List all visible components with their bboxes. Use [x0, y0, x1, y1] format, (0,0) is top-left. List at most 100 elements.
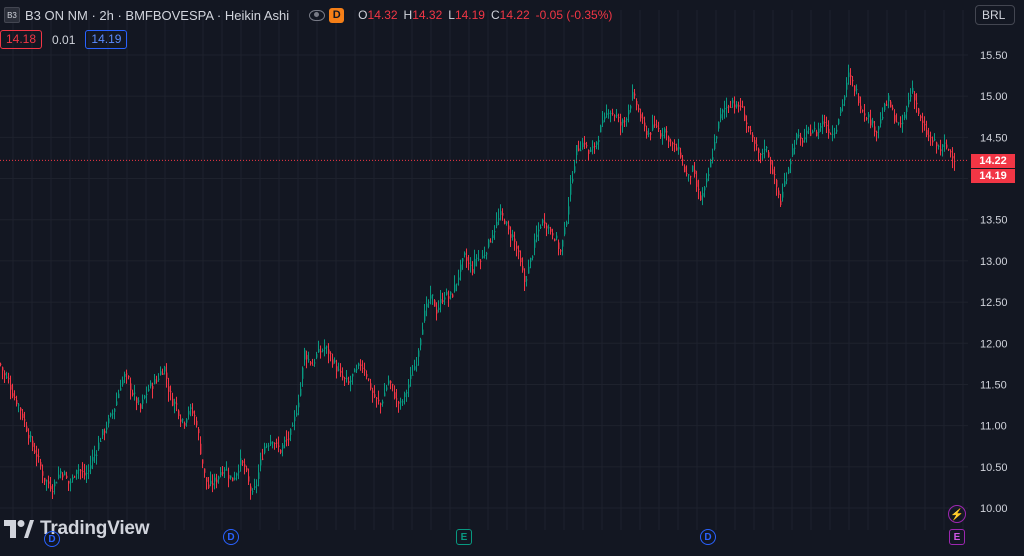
- chart-area[interactable]: 10.00 10.50 11.00 11.50 12.00 12.50 13.00 13.50…: [0, 0, 1024, 551]
- candle-body: [570, 184, 572, 195]
- candle-body: [102, 429, 104, 436]
- lightning-icon[interactable]: ⚡: [948, 505, 966, 523]
- candle-body: [588, 150, 590, 154]
- symbol-title[interactable]: B3 ON NM · 2h · BMFBOVESPA · Heikin Ashi: [25, 8, 289, 23]
- buy-price-button[interactable]: 14.19: [85, 30, 128, 49]
- candle-body: [760, 153, 762, 155]
- candle-body: [128, 376, 130, 378]
- candle-body: [80, 470, 82, 472]
- candle-body: [418, 350, 420, 357]
- tradingview-logo[interactable]: TradingView: [4, 518, 150, 540]
- low-key: L: [448, 8, 455, 22]
- candle-body: [748, 126, 750, 129]
- candle-body: [364, 369, 366, 371]
- candle-body: [924, 123, 926, 126]
- candle-body: [676, 147, 678, 151]
- candle-body: [150, 382, 152, 387]
- price-tick-label: 12.50: [980, 297, 1008, 309]
- candle-body: [246, 467, 248, 471]
- candle-body: [596, 142, 598, 145]
- candle-body: [444, 297, 446, 300]
- ask-price-tag: 14.19: [971, 169, 1015, 183]
- candle-body: [540, 226, 542, 228]
- candle-body: [876, 131, 878, 133]
- candle-body: [954, 160, 956, 162]
- candle-body: [770, 160, 772, 165]
- candle-body: [300, 388, 302, 396]
- candle-body: [362, 367, 364, 369]
- candlestick-chart[interactable]: 10.00 10.50 11.00 11.50 12.00 12.50 13.00 13.50…: [0, 0, 1024, 551]
- candle-body: [532, 256, 534, 258]
- dividend-event-icon[interactable]: D: [223, 529, 239, 545]
- candle-body: [880, 119, 882, 124]
- candle-body: [528, 266, 530, 274]
- symbol-logo-icon[interactable]: B3: [4, 7, 20, 23]
- candle-body: [506, 222, 508, 224]
- dividend-event-icon[interactable]: D: [700, 529, 716, 545]
- candle-body: [682, 159, 684, 161]
- candle-body: [308, 359, 310, 361]
- candle-body: [78, 469, 80, 471]
- open-key: O: [358, 8, 368, 22]
- candle-body: [546, 225, 548, 229]
- grid-lines: [0, 10, 968, 530]
- candle-body: [34, 450, 36, 453]
- currency-selector[interactable]: BRL: [975, 5, 1015, 25]
- candle-body: [22, 413, 24, 418]
- dividend-event-icon[interactable]: D: [44, 531, 60, 547]
- candle-body: [836, 129, 838, 132]
- candle-body: [774, 174, 776, 176]
- candle-body: [324, 347, 326, 349]
- candle-body: [204, 468, 206, 473]
- candle-body: [814, 128, 816, 130]
- earnings-event-icon[interactable]: E: [456, 529, 472, 545]
- candle-body: [76, 469, 78, 474]
- interval-badge[interactable]: D: [329, 7, 345, 23]
- candle-series: [0, 64, 956, 500]
- candle-body: [66, 475, 68, 478]
- candle-body: [56, 482, 58, 484]
- candle-body: [302, 367, 304, 379]
- candle-body: [920, 115, 922, 119]
- price-tick-label: 13.00: [980, 256, 1008, 268]
- candle-body: [496, 221, 498, 226]
- sell-price-button[interactable]: 14.18: [0, 30, 43, 49]
- candle-body: [270, 441, 272, 445]
- candle-body: [530, 257, 532, 262]
- price-axis[interactable]: 10.00 10.50 11.00 11.50 12.00 12.50 13.00 13.50…: [980, 50, 1008, 515]
- candle-body: [312, 364, 314, 366]
- candle-body: [20, 407, 22, 411]
- candle-body: [276, 442, 278, 444]
- candle-body: [640, 114, 642, 119]
- candle-body: [926, 130, 928, 135]
- candle-body: [30, 435, 32, 438]
- visibility-eye-icon[interactable]: [309, 9, 326, 21]
- candle-body: [74, 476, 76, 478]
- earnings-upcoming-icon[interactable]: E: [949, 529, 965, 545]
- candle-body: [322, 350, 324, 352]
- candle-body: [838, 119, 840, 125]
- candle-body: [328, 349, 330, 354]
- candle-body: [178, 410, 180, 417]
- candle-body: [372, 390, 374, 393]
- candle-body: [554, 238, 556, 242]
- candle-body: [916, 102, 918, 105]
- low-value: 14.19: [454, 8, 485, 22]
- candle-body: [118, 393, 120, 398]
- candle-body: [500, 211, 502, 215]
- candle-body: [382, 401, 384, 404]
- candle-body: [622, 119, 624, 123]
- candle-body: [784, 181, 786, 187]
- candle-body: [288, 438, 290, 440]
- candle-body: [898, 122, 900, 124]
- candle-body: [722, 109, 724, 113]
- candle-body: [344, 377, 346, 379]
- candle-body: [114, 408, 116, 412]
- candle-body: [240, 458, 242, 466]
- candle-body: [796, 134, 798, 141]
- candle-body: [48, 481, 50, 484]
- candle-body: [752, 134, 754, 138]
- candle-body: [110, 413, 112, 416]
- candle-body: [248, 476, 250, 482]
- candle-body: [504, 220, 506, 224]
